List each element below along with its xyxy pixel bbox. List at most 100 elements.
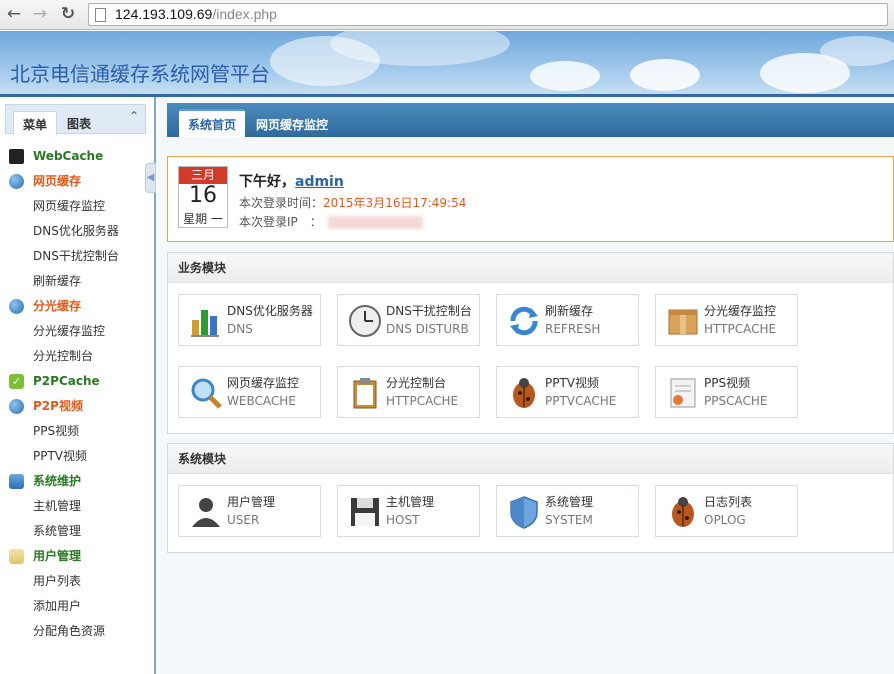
module-name: 用户管理 xyxy=(227,495,276,509)
module-name: 主机管理 xyxy=(386,495,435,509)
sidebar-item[interactable]: 系统管理 xyxy=(0,519,154,544)
sidebar-item[interactable]: 网页缓存监控 xyxy=(0,194,154,219)
module-tile[interactable]: PPTV视频 PPTVCACHE xyxy=(496,366,639,418)
module-name: 系统管理 xyxy=(545,495,594,509)
module-tile[interactable]: DNS优化服务器 DNS xyxy=(178,294,321,346)
sidebar-item[interactable]: 分光缓存监控 xyxy=(0,319,154,344)
sidebar-item[interactable]: 添加用户 xyxy=(0,594,154,619)
module-name: PPTV视频 xyxy=(545,376,600,390)
sidebar-section[interactable]: WebCache xyxy=(0,144,154,169)
sidebar-item-label: 添加用户 xyxy=(33,599,82,613)
calendar-month: 三月 xyxy=(179,167,227,184)
sidebar-item-label: 网页缓存 xyxy=(33,174,82,188)
sidebar-toggle-icon[interactable]: ◀ xyxy=(145,163,156,193)
sidebar-item[interactable]: 用户列表 xyxy=(0,569,154,594)
sidebar-item[interactable]: DNS优化服务器 xyxy=(0,219,154,244)
globe-icon xyxy=(9,299,24,314)
globe-icon xyxy=(9,174,24,189)
module-code: HOST xyxy=(386,513,420,527)
sidebar-section[interactable]: 用户管理 xyxy=(0,544,154,569)
module-tile[interactable]: 刷新缓存 REFRESH xyxy=(496,294,639,346)
greeting-text: 下午好， xyxy=(239,174,295,190)
tab-menu[interactable]: 菜单 xyxy=(13,111,58,135)
module-code: HTTPCACHE xyxy=(386,394,459,408)
sidebar-item-label: 分光缓存 xyxy=(33,299,82,313)
login-ip-redacted xyxy=(327,216,423,229)
sidebar-item[interactable]: PPS视频 xyxy=(0,419,154,444)
module-code: WEBCACHE xyxy=(227,394,296,408)
tab-charts[interactable]: 图表 xyxy=(58,111,100,135)
login-ip-line: 本次登录IP ： xyxy=(239,213,423,230)
cloud-decoration xyxy=(820,36,894,66)
module-tile[interactable]: PPS视频 PPSCACHE xyxy=(655,366,798,418)
sidebar-item[interactable]: PPTV视频 xyxy=(0,444,154,469)
sidebar-section[interactable]: 分光缓存 xyxy=(0,294,154,319)
bug-icon xyxy=(666,495,700,529)
header-banner: 北京电信通缓存系统网管平台 xyxy=(0,31,894,94)
reload-icon[interactable]: ↻ xyxy=(58,4,78,24)
module-name: DNS干扰控制台 xyxy=(386,304,472,318)
cloud-decoration xyxy=(630,59,700,91)
module-code: SYSTEM xyxy=(545,513,593,527)
sidebar-section[interactable]: ✓ P2PCache xyxy=(0,369,154,394)
sidebar-section[interactable]: P2P视频 xyxy=(0,394,154,419)
folder-icon xyxy=(9,549,24,564)
sidebar-section[interactable]: 网页缓存 xyxy=(0,169,154,194)
sidebar-item-label: 系统管理 xyxy=(33,524,82,538)
module-name: 刷新缓存 xyxy=(545,304,594,318)
back-arrow-icon[interactable]: ← xyxy=(4,4,24,24)
bar-chart-icon xyxy=(189,304,223,338)
box-icon xyxy=(666,304,700,338)
magnifier-icon xyxy=(189,376,223,410)
collapse-up-icon[interactable]: ⌃ xyxy=(129,109,139,123)
webcache-icon xyxy=(9,149,24,164)
module-code: PPSCACHE xyxy=(704,394,768,408)
tab-webcache-monitor[interactable]: 网页缓存监控 xyxy=(247,111,337,137)
module-name: DNS优化服务器 xyxy=(227,304,313,318)
refresh-icon xyxy=(507,304,541,338)
module-tile[interactable]: 日志列表 OPLOG xyxy=(655,485,798,537)
sidebar-item-label: 用户列表 xyxy=(33,574,82,588)
module-name: 网页缓存监控 xyxy=(227,376,300,390)
sidebar-item[interactable]: 主机管理 xyxy=(0,494,154,519)
username-link[interactable]: admin xyxy=(295,174,344,190)
calendar-day: 16 xyxy=(189,183,217,208)
sidebar-item[interactable]: 刷新缓存 xyxy=(0,269,154,294)
module-name: 分光控制台 xyxy=(386,376,447,390)
system-modules-panel: 系统模块 用户管理 USER 主机管理 HOST 系统管理 SYSTEM 日志列表 OPLOG xyxy=(167,443,894,553)
sidebar-item[interactable]: 分光控制台 xyxy=(0,344,154,369)
login-time-line: 本次登录时间：2015年3月16日17:49:54 xyxy=(239,194,466,211)
clipboard-icon xyxy=(348,376,382,410)
sidebar-item-label: PPS视频 xyxy=(33,424,80,438)
module-tile[interactable]: 系统管理 SYSTEM xyxy=(496,485,639,537)
module-tile[interactable]: 网页缓存监控 WEBCACHE xyxy=(178,366,321,418)
check-icon: ✓ xyxy=(9,374,24,389)
module-tile[interactable]: DNS干扰控制台 DNS DISTURB xyxy=(337,294,480,346)
calendar-weekday: 星期 一 xyxy=(183,212,223,226)
bug-icon xyxy=(507,376,541,410)
sidebar-item-label: 主机管理 xyxy=(33,499,82,513)
module-code: DNS xyxy=(227,322,253,336)
sidebar-item-label: P2P视频 xyxy=(33,399,83,413)
login-time-label: 本次登录时间： xyxy=(239,196,324,210)
tab-bar: 系统首页 网页缓存监控 xyxy=(167,103,894,137)
module-tile[interactable]: 用户管理 USER xyxy=(178,485,321,537)
user-icon xyxy=(189,495,223,529)
shield-icon xyxy=(507,495,541,529)
address-bar[interactable]: 124.193.109.69/index.php xyxy=(88,3,888,26)
sidebar-item[interactable]: 分配角色资源 xyxy=(0,619,154,644)
tab-home[interactable]: 系统首页 xyxy=(179,109,246,137)
sidebar-item[interactable]: DNS干扰控制台 xyxy=(0,244,154,269)
module-tile[interactable]: 分光缓存监控 HTTPCACHE xyxy=(655,294,798,346)
cloud-decoration xyxy=(530,61,600,91)
module-tile[interactable]: 主机管理 HOST xyxy=(337,485,480,537)
sidebar-section[interactable]: 系统维护 xyxy=(0,469,154,494)
login-time-value: 2015年3月16日17:49:54 xyxy=(323,196,467,210)
module-tile[interactable]: 分光控制台 HTTPCACHE xyxy=(337,366,480,418)
greeting: 下午好，admin xyxy=(239,171,344,191)
module-code: DNS DISTURB xyxy=(386,322,469,336)
forward-arrow-icon[interactable]: → xyxy=(30,4,50,24)
business-modules-title: 业务模块 xyxy=(168,253,893,283)
sidebar: 菜单 图表 ⌃ WebCache 网页缓存网页缓存监控 DNS优化服务器 DNS干扰控… xyxy=(0,97,156,674)
module-code: OPLOG xyxy=(704,513,746,527)
